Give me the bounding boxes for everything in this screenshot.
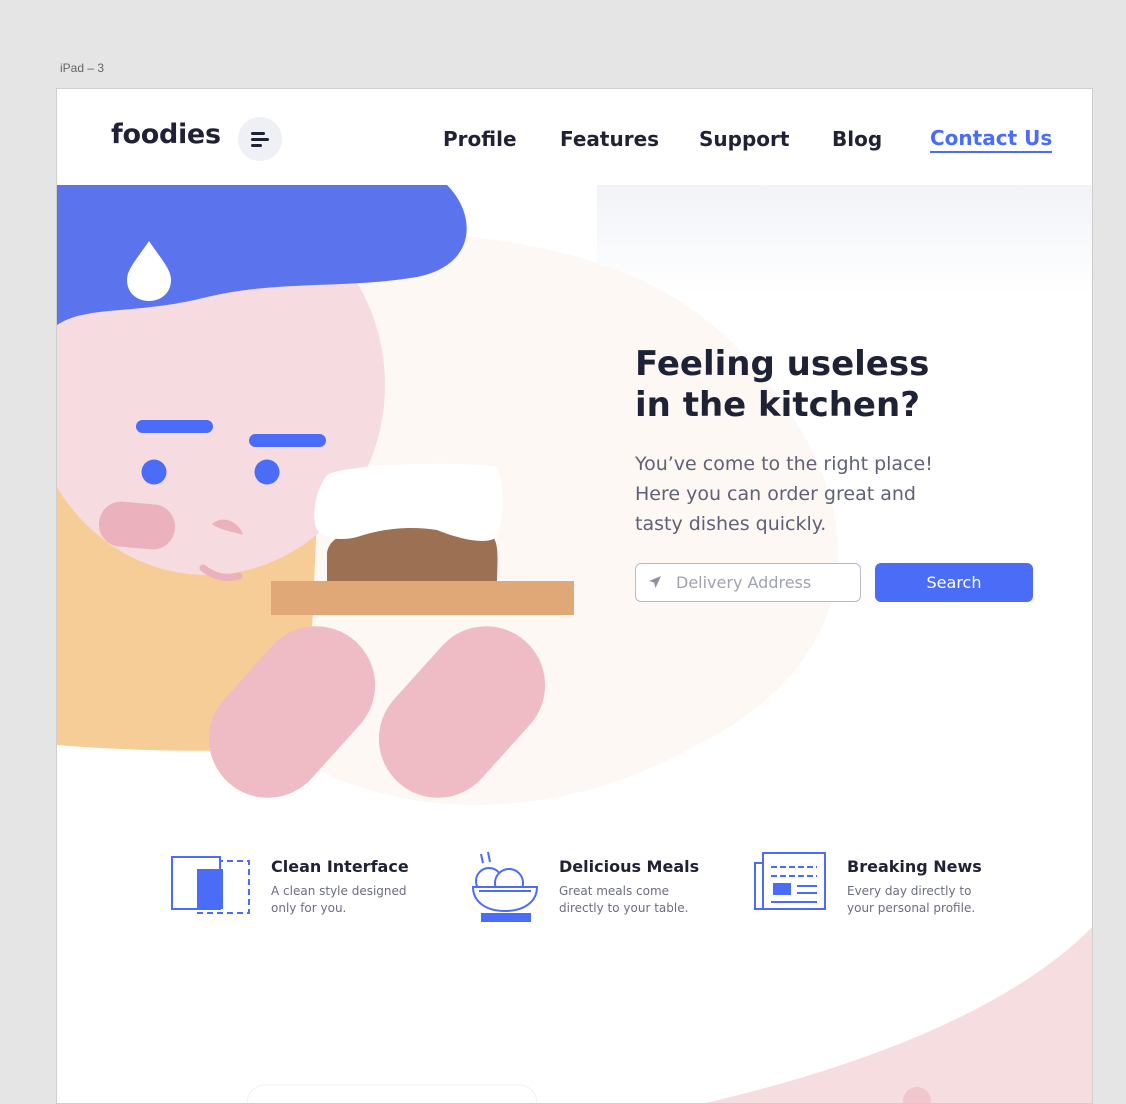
right-eyebrow bbox=[249, 434, 326, 447]
feature-title: Clean Interface bbox=[271, 857, 409, 876]
menu-button[interactable] bbox=[238, 117, 282, 161]
left-eyebrow bbox=[136, 420, 213, 433]
nav-link-blog[interactable]: Blog bbox=[832, 127, 882, 151]
nav-link-support[interactable]: Support bbox=[699, 127, 789, 151]
newspaper-icon bbox=[754, 852, 826, 910]
top-nav: foodies Profile Features Support Blog Co… bbox=[57, 89, 1092, 185]
nav-link-contact-us[interactable]: Contact Us bbox=[930, 126, 1053, 153]
nav-link-features[interactable]: Features bbox=[560, 127, 659, 151]
delivery-address-input[interactable]: Delivery Address bbox=[635, 563, 861, 602]
logo[interactable]: foodies bbox=[111, 119, 221, 150]
top-fade bbox=[597, 185, 1092, 295]
pink-blob bbox=[705, 927, 1092, 1103]
feature-title: Breaking News bbox=[847, 857, 982, 876]
right-eye bbox=[254, 459, 280, 485]
feature-desc: Great meals come directly to your table. bbox=[559, 884, 689, 915]
left-eye bbox=[141, 459, 167, 485]
menu-icon bbox=[251, 132, 265, 135]
bowl-icon bbox=[471, 851, 539, 922]
hero-headline: Feeling useless in the kitchen? bbox=[635, 344, 930, 425]
ipad-frame: foodies Profile Features Support Blog Co… bbox=[56, 88, 1093, 1104]
tray bbox=[271, 581, 574, 615]
artboard-label: iPad – 3 bbox=[60, 61, 105, 75]
feature-desc: A clean style designed only for you. bbox=[271, 884, 407, 915]
hero-subtext: You’ve come to the right place! Here you… bbox=[635, 453, 933, 535]
menu-icon-line bbox=[251, 144, 262, 147]
menu-icon-line bbox=[251, 138, 269, 141]
search-button[interactable]: Search bbox=[875, 563, 1033, 602]
clean-interface-icon bbox=[171, 856, 250, 914]
feature-title: Delicious Meals bbox=[559, 857, 700, 876]
device-mock-top bbox=[246, 1084, 538, 1103]
nav-link-profile[interactable]: Profile bbox=[443, 127, 517, 151]
location-arrow-icon bbox=[649, 576, 661, 588]
address-placeholder: Delivery Address bbox=[676, 573, 812, 592]
hero-illustration bbox=[57, 185, 1092, 1103]
feature-desc: Every day directly to your personal prof… bbox=[847, 884, 976, 915]
